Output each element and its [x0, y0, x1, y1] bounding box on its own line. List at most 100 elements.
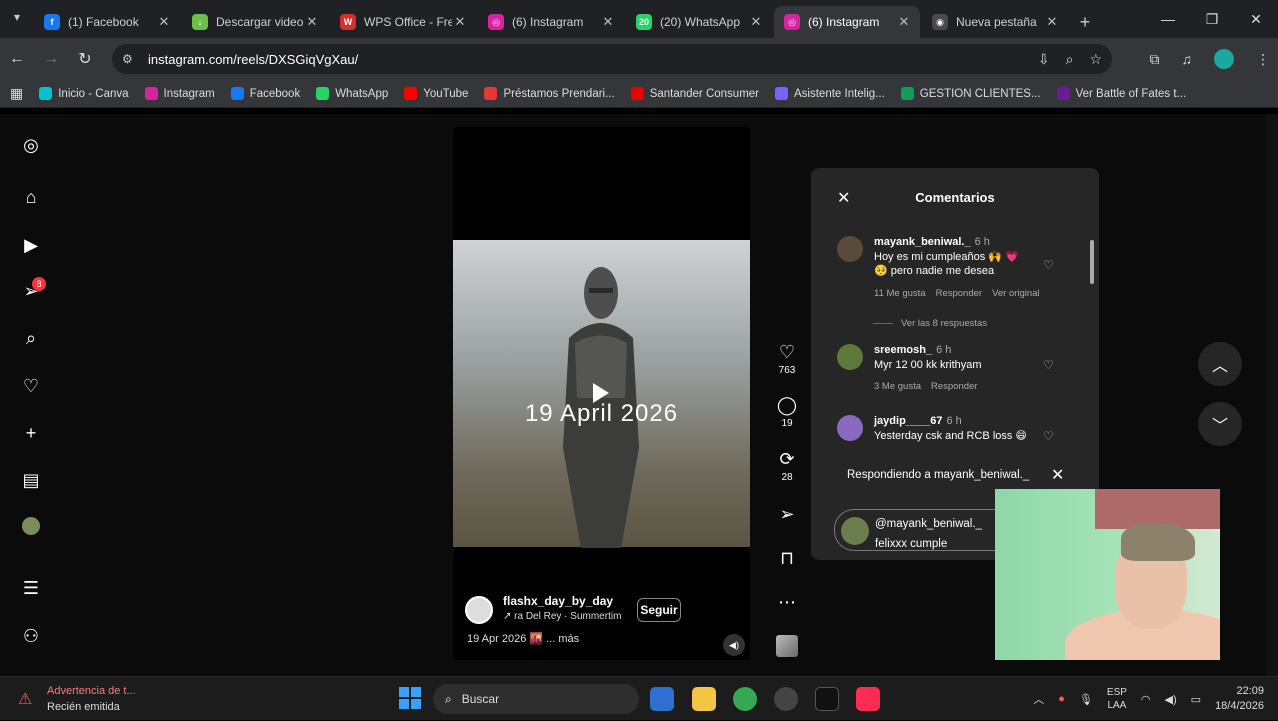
instagram-logo-icon[interactable]: ◎ [20, 134, 42, 156]
battery-icon[interactable]: ▭ [1191, 693, 1201, 706]
close-tab-icon[interactable]: ✕ [896, 14, 912, 30]
store-icon[interactable] [650, 687, 674, 711]
minimize-button[interactable]: — [1146, 0, 1190, 38]
commenter-avatar[interactable] [837, 415, 863, 441]
bookmark-item[interactable]: WhatsApp [316, 87, 388, 100]
view-replies-link[interactable]: Ver las 8 respuestas [873, 318, 987, 329]
bookmark-item[interactable]: Inicio - Canva [39, 87, 129, 100]
page-scrollbar[interactable] [1266, 114, 1278, 676]
comments-scrollbar[interactable] [1089, 230, 1095, 444]
browser-tab[interactable]: W WPS Office - Fre ✕ [330, 6, 476, 38]
browser-tab[interactable]: f (1) Facebook ✕ [34, 6, 180, 38]
site-info-icon[interactable]: ⚙ [122, 52, 140, 66]
forward-button[interactable]: → [34, 50, 68, 68]
taskbar-search[interactable]: ⌕ Buscar [433, 684, 639, 714]
close-tab-icon[interactable]: ✕ [748, 14, 764, 30]
close-tab-icon[interactable]: ✕ [600, 14, 616, 30]
browser-tab[interactable]: ◎ (6) Instagram ✕ [774, 6, 920, 38]
notifications-heart-icon[interactable]: ♡ [20, 375, 42, 397]
next-reel-button[interactable]: ﹀ [1198, 402, 1242, 446]
tab-search-icon[interactable]: ▾ [8, 10, 26, 28]
close-tab-icon[interactable]: ✕ [452, 14, 468, 30]
bookmark-icon[interactable]: ⊓ [770, 548, 804, 569]
browser-tab[interactable]: ◉ Nueva pestaña ✕ [922, 6, 1068, 38]
microphone-icon[interactable]: 🎙 [1079, 693, 1093, 706]
commenter-username[interactable]: jaydip____67 6 h [874, 415, 962, 427]
download-icon: ↓ [192, 14, 208, 30]
menu-icon[interactable]: ⋮ [1256, 51, 1270, 68]
home-icon[interactable]: ⌂ [20, 186, 42, 208]
new-tab-button[interactable]: + [1070, 6, 1100, 38]
more-options-icon[interactable]: ⋯ [770, 592, 804, 613]
clock[interactable]: 22:09 18/4/2026 [1215, 684, 1264, 714]
browser-tab[interactable]: ◎ (6) Instagram ✕ [478, 6, 624, 38]
repost-icon[interactable]: ⟳ [770, 449, 804, 470]
reels-icon[interactable]: ▶ [20, 234, 42, 256]
mute-icon[interactable]: ◀) [723, 634, 745, 656]
profile-avatar[interactable] [22, 517, 40, 535]
previous-reel-button[interactable]: ︿ [1198, 342, 1242, 386]
bookmark-item[interactable]: Ver Battle of Fates t... [1056, 87, 1186, 100]
author-username[interactable]: flashx_day_by_day [503, 594, 613, 608]
bookmark-item[interactable]: YouTube [404, 87, 468, 100]
close-tab-icon[interactable]: ✕ [304, 14, 320, 30]
wifi-icon[interactable]: ◠ [1141, 693, 1151, 706]
apps-grid-icon[interactable]: ▦ [10, 85, 23, 102]
media-control-icon[interactable]: ♫ [1182, 51, 1193, 67]
commenter-username[interactable]: mayank_beniwal._ 6 h [874, 236, 990, 248]
share-icon[interactable]: ➢ [770, 504, 804, 525]
reel-video[interactable]: 19 April 2026 flashx_day_by_day ↗ ra Del… [453, 127, 750, 660]
create-icon[interactable]: + [20, 422, 42, 444]
close-tab-icon[interactable]: ✕ [1044, 14, 1060, 30]
bookmark-item[interactable]: Asistente Intelig... [775, 87, 885, 100]
reload-button[interactable]: ↻ [68, 49, 102, 69]
comment-like-icon[interactable]: ♡ [1043, 429, 1054, 443]
bookmark-item[interactable]: Santander Consumer [630, 87, 759, 100]
audio-thumbnail[interactable] [776, 635, 798, 657]
commenter-username[interactable]: sreemosh_ 6 h [874, 344, 951, 356]
start-button[interactable] [399, 687, 421, 709]
back-button[interactable]: ← [0, 50, 34, 68]
tray-app-icon[interactable]: ● [1058, 693, 1065, 705]
commenter-avatar[interactable] [837, 344, 863, 370]
like-heart-icon[interactable]: ♡ [770, 342, 804, 363]
bookmark-item[interactable]: Préstamos Prendari... [484, 87, 615, 100]
comment-icon[interactable]: ◯ [770, 395, 804, 416]
follow-button[interactable]: Seguir [637, 598, 681, 622]
author-avatar[interactable] [465, 596, 493, 624]
bookmark-item[interactable]: Facebook [230, 87, 300, 100]
settings-icon[interactable] [774, 687, 798, 711]
comment-input-text[interactable]: @mayank_beniwal._ felixxx cumple [875, 514, 985, 554]
browser-tab[interactable]: ↓ Descargar video ✕ [182, 6, 328, 38]
file-explorer-icon[interactable] [692, 687, 716, 711]
search-icon[interactable]: ⌕ [20, 327, 42, 349]
reel-caption[interactable]: 19 Apr 2026 🌇 ... más [467, 632, 579, 645]
bookmark-item[interactable]: Instagram [144, 87, 215, 100]
browser-tab[interactable]: 20 (20) WhatsApp ✕ [626, 6, 772, 38]
close-tab-icon[interactable]: ✕ [156, 14, 172, 30]
reel-audio[interactable]: ↗ ra Del Rey · Summertim [503, 611, 621, 622]
also-from-meta-icon[interactable]: ⚇ [20, 625, 42, 647]
maximize-button[interactable]: ❐ [1190, 0, 1234, 38]
bookmark-star-icon[interactable]: ☆ [1089, 51, 1102, 68]
close-window-button[interactable]: ✕ [1234, 0, 1278, 38]
bookmark-item[interactable]: GESTION CLIENTES... [900, 87, 1041, 100]
cancel-reply-icon[interactable]: ✕ [1051, 465, 1064, 485]
extensions-icon[interactable]: ⧉ [1150, 51, 1160, 68]
volume-icon[interactable]: ◀) [1165, 693, 1177, 706]
zoom-icon[interactable]: ⌕ [1066, 51, 1074, 68]
comment-like-icon[interactable]: ♡ [1043, 358, 1054, 372]
chrome-icon[interactable] [733, 687, 757, 711]
profile-avatar[interactable] [1214, 49, 1234, 69]
tiktok-icon[interactable] [815, 687, 839, 711]
language-indicator[interactable]: ESP LAA [1107, 686, 1127, 712]
more-menu-icon[interactable]: ☰ [20, 577, 42, 599]
commenter-avatar[interactable] [837, 236, 863, 262]
install-app-icon[interactable]: ⇩ [1038, 51, 1050, 68]
play-icon[interactable] [593, 383, 609, 403]
dashboard-icon[interactable]: ▤ [20, 469, 42, 491]
show-hidden-icons[interactable]: ︿ [1033, 691, 1044, 707]
comment-like-icon[interactable]: ♡ [1043, 258, 1054, 272]
tiktok-live-icon[interactable] [856, 687, 880, 711]
address-bar[interactable]: ⚙ instagram.com/reels/DXSGiqVgXau/ ⇩ ⌕ ☆ [112, 44, 1112, 74]
